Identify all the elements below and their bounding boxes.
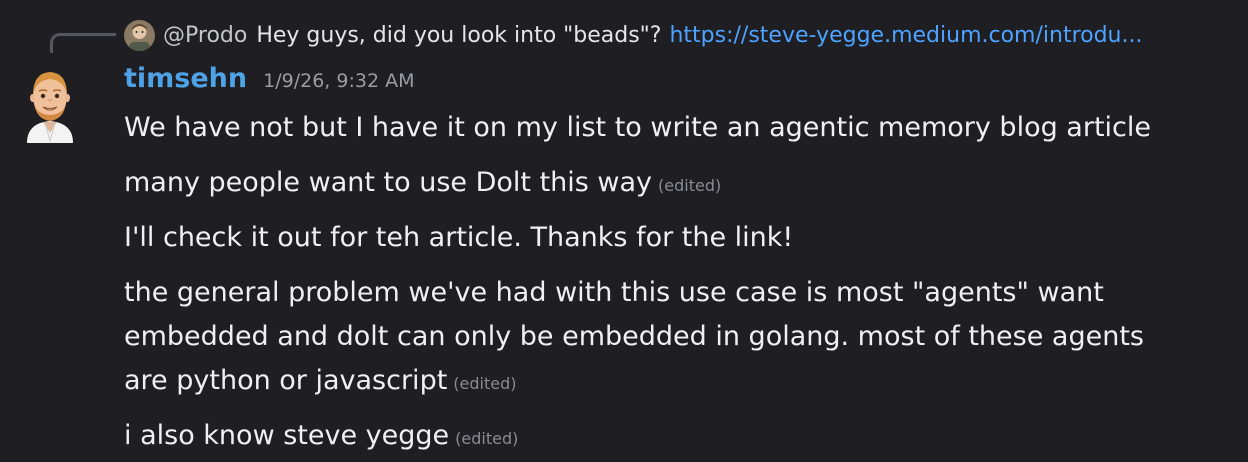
message-text: many people want to use Dolt this way [124, 167, 653, 198]
reply-link[interactable]: https://steve-yegge.medium.com/introdu..… [669, 23, 1142, 48]
message-item[interactable]: the general problem we've had with this … [124, 271, 1194, 406]
edited-label: (edited) [658, 176, 722, 195]
reply-text[interactable]: Hey guys, did you look into "beads"? [256, 23, 661, 48]
message-list: We have not but I have it on my list to … [124, 106, 1224, 462]
reply-author[interactable]: @Prodo [163, 23, 247, 48]
edited-label: (edited) [453, 374, 517, 393]
message-text: i also know steve yegge [124, 420, 450, 451]
author-avatar-icon[interactable] [23, 65, 77, 143]
message-item[interactable]: We have not but I have it on my list to … [124, 106, 1224, 153]
message-timestamp[interactable]: 1/9/26, 9:32 AM [263, 70, 414, 92]
message-text: the general problem we've had with this … [124, 277, 1144, 396]
reply-preview[interactable]: @Prodo Hey guys, did you look into "bead… [124, 18, 1142, 52]
edited-label: (edited) [455, 429, 519, 448]
message-text: We have not but I have it on my list to … [124, 112, 1152, 143]
message-text: I'll check it out for teh article. Thank… [124, 222, 794, 253]
message-item[interactable]: I'll check it out for teh article. Thank… [124, 216, 1224, 263]
message-header: timsehn 1/9/26, 9:32 AM [124, 63, 414, 94]
reply-avatar-icon[interactable] [124, 19, 155, 51]
username[interactable]: timsehn [124, 63, 247, 94]
message-item[interactable]: many people want to use Dolt this way (ed… [124, 161, 1224, 208]
reply-connector-line [50, 33, 116, 53]
chat-message-group: @Prodo Hey guys, did you look into "bead… [0, 0, 1248, 462]
message-item[interactable]: i also know steve yegge (edited) [124, 414, 1224, 461]
